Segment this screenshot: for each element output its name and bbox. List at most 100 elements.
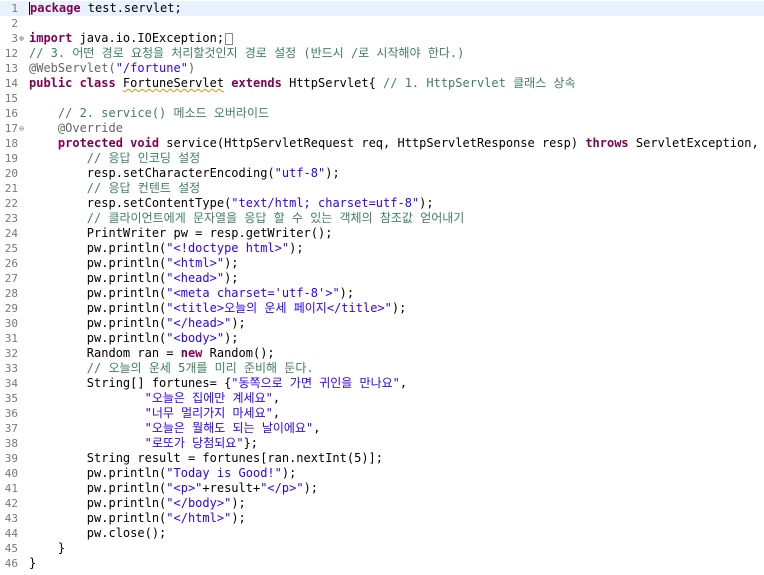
- code-line[interactable]: 37 "오늘은 뭘해도 되는 날이에요",: [0, 421, 764, 436]
- code-token: );: [231, 511, 246, 525]
- code-token: );: [231, 316, 246, 330]
- code-token: "오늘은 집에만 계세요": [29, 391, 273, 405]
- code-token: "<body>": [166, 331, 225, 345]
- line-number: 24: [4, 227, 18, 240]
- code-token: // 오늘의 운세 5개를 미리 준비해 둔다.: [29, 361, 314, 375]
- line-number: 37: [4, 422, 18, 435]
- code-line[interactable]: 45 }: [0, 541, 764, 556]
- code-line[interactable]: 22 resp.setContentType("text/html; chars…: [0, 196, 764, 211]
- line-number: 15: [4, 92, 18, 105]
- line-number: 39: [4, 452, 18, 465]
- code-token: pw.println(: [29, 256, 167, 270]
- code-line[interactable]: 39 String result = fortunes[ran.nextInt(…: [0, 451, 764, 466]
- code-token: );: [281, 466, 297, 480]
- line-number: 28: [4, 287, 18, 300]
- code-text: String result = fortunes[ran.nextInt(5)]…: [29, 451, 383, 466]
- line-number: 31: [4, 332, 18, 345]
- code-token: String result = fortunes[ran.nextInt(5)]…: [29, 451, 384, 465]
- code-text: package test.servlet;: [29, 1, 182, 16]
- code-text: // 클라이언트에게 문자열을 응답 할 수 있는 객체의 참조값 얻어내기: [29, 211, 465, 226]
- line-number: 29: [4, 302, 18, 315]
- code-text: resp.setContentType("text/html; charset=…: [29, 196, 434, 211]
- code-line[interactable]: 33 // 오늘의 운세 5개를 미리 준비해 둔다.: [0, 361, 764, 376]
- fold-collapse-icon[interactable]: ⊖: [17, 121, 26, 136]
- code-token: public class: [29, 76, 123, 90]
- line-number: 38: [4, 437, 18, 450]
- code-line[interactable]: 14 public class FortuneServlet extends Ht…: [0, 76, 764, 91]
- code-token: );: [391, 301, 407, 315]
- code-line[interactable]: 27 pw.println("<head>");: [0, 271, 764, 286]
- code-token: );: [224, 331, 239, 345]
- folded-code-marker-icon[interactable]: [225, 32, 234, 45]
- code-token: "Today is Good!": [166, 466, 282, 480]
- code-line[interactable]: 25 pw.println("<!doctype html>");: [0, 241, 764, 256]
- code-line[interactable]: 12 // 3. 어떤 경로 요청을 처리할것인지 경로 설정 (반드시 /로 시…: [0, 46, 764, 61]
- code-token: pw.println(: [29, 271, 167, 285]
- code-line[interactable]: 3 ⊕ import java.io.IOException;: [0, 31, 764, 46]
- line-number: 30: [4, 317, 18, 330]
- code-line[interactable]: 30 pw.println("</head>");: [0, 316, 764, 331]
- code-token: FortuneServlet: [122, 76, 225, 90]
- code-text: pw.println("<!doctype html>");: [29, 241, 304, 256]
- code-token: // 2. service() 메소드 오버라이드: [29, 106, 270, 120]
- line-number: 17: [4, 122, 18, 135]
- code-token: pw.close();: [29, 526, 167, 540]
- code-token: java.io.IOException;: [72, 31, 225, 45]
- code-line[interactable]: 36 "너무 멀리가지 마세요",: [0, 406, 764, 421]
- code-line[interactable]: 1 package test.servlet;: [0, 1, 764, 16]
- code-text: pw.close();: [29, 526, 166, 541]
- line-number: 19: [4, 152, 18, 165]
- code-text: // 3. 어떤 경로 요청을 처리할것인지 경로 설정 (반드시 /로 시작해…: [29, 46, 464, 61]
- code-line[interactable]: 46}: [0, 556, 764, 571]
- code-token: );: [231, 496, 246, 510]
- line-number: 34: [4, 377, 18, 390]
- code-line[interactable]: 26 pw.println("<html>");: [0, 256, 764, 271]
- code-token: pw.println(: [29, 511, 167, 525]
- code-token: "<meta charset='utf-8'>": [166, 286, 340, 300]
- code-editor[interactable]: 1 package test.servlet; 2 3 ⊕ import java.io.…: [0, 0, 764, 575]
- code-line[interactable]: 41 pw.println("<p>"+result+"</p>");: [0, 481, 764, 496]
- code-text: "오늘은 뭘해도 되는 날이에요",: [29, 421, 321, 436]
- line-number: 23: [4, 212, 18, 225]
- line-number: 14: [4, 77, 18, 90]
- code-text: import java.io.IOException;: [29, 31, 234, 46]
- code-line[interactable]: 2: [0, 16, 764, 31]
- code-line[interactable]: 13 @WebServlet("/fortune"): [0, 61, 764, 76]
- code-line[interactable]: 38 "로또가 당첨되요"};: [0, 436, 764, 451]
- code-line[interactable]: 40 pw.println("Today is Good!");: [0, 466, 764, 481]
- code-line[interactable]: 32 Random ran = new Random();: [0, 346, 764, 361]
- fold-expand-icon[interactable]: ⊕: [17, 31, 26, 46]
- code-line[interactable]: 19 // 응답 인코딩 설정: [0, 151, 764, 166]
- code-line[interactable]: 35 "오늘은 집에만 계세요",: [0, 391, 764, 406]
- code-line[interactable]: 43 pw.println("</html>");: [0, 511, 764, 526]
- line-number: 12: [4, 47, 18, 60]
- code-line[interactable]: 24 PrintWriter pw = resp.getWriter();: [0, 226, 764, 241]
- code-line[interactable]: 16 // 2. service() 메소드 오버라이드: [0, 106, 764, 121]
- code-token: pw.println(: [29, 241, 167, 255]
- line-number: 26: [4, 257, 18, 270]
- code-line[interactable]: 31 pw.println("<body>");: [0, 331, 764, 346]
- code-text: @Override: [29, 121, 123, 136]
- code-line[interactable]: 29 pw.println("<title>오늘의 운세 페이지</title>…: [0, 301, 764, 316]
- code-line[interactable]: 21 // 응답 컨텐트 설정: [0, 181, 764, 196]
- code-text: @WebServlet("/fortune"): [29, 61, 195, 76]
- code-line[interactable]: 42 pw.println("</body>");: [0, 496, 764, 511]
- code-token: );: [289, 241, 304, 255]
- code-line[interactable]: 23 // 클라이언트에게 문자열을 응답 할 수 있는 객체의 참조값 얻어내…: [0, 211, 764, 226]
- code-line[interactable]: 44 pw.close();: [0, 526, 764, 541]
- code-line[interactable]: 20 resp.setCharacterEncoding("utf-8");: [0, 166, 764, 181]
- code-token: extends: [224, 76, 290, 90]
- code-line[interactable]: 28 pw.println("<meta charset='utf-8'>");: [0, 286, 764, 301]
- code-line[interactable]: 34 String[] fortunes= {"동쪽으로 가면 귀인을 만나요"…: [0, 376, 764, 391]
- code-token: );: [224, 271, 239, 285]
- code-token: pw.println(: [29, 316, 167, 330]
- code-line[interactable]: 15: [0, 91, 764, 106]
- code-token: "너무 멀리가지 마세요": [29, 406, 273, 420]
- code-token: "<title>오늘의 운세 페이지</title>": [166, 301, 392, 315]
- line-number: 45: [4, 542, 18, 555]
- line-number: 41: [4, 482, 18, 495]
- code-token: HttpServlet{: [289, 76, 384, 90]
- code-line[interactable]: 18 protected void service(HttpServletReq…: [0, 136, 764, 151]
- code-line[interactable]: 17 ⊖ @Override: [0, 121, 764, 136]
- code-token: resp.setContentType(: [29, 196, 232, 210]
